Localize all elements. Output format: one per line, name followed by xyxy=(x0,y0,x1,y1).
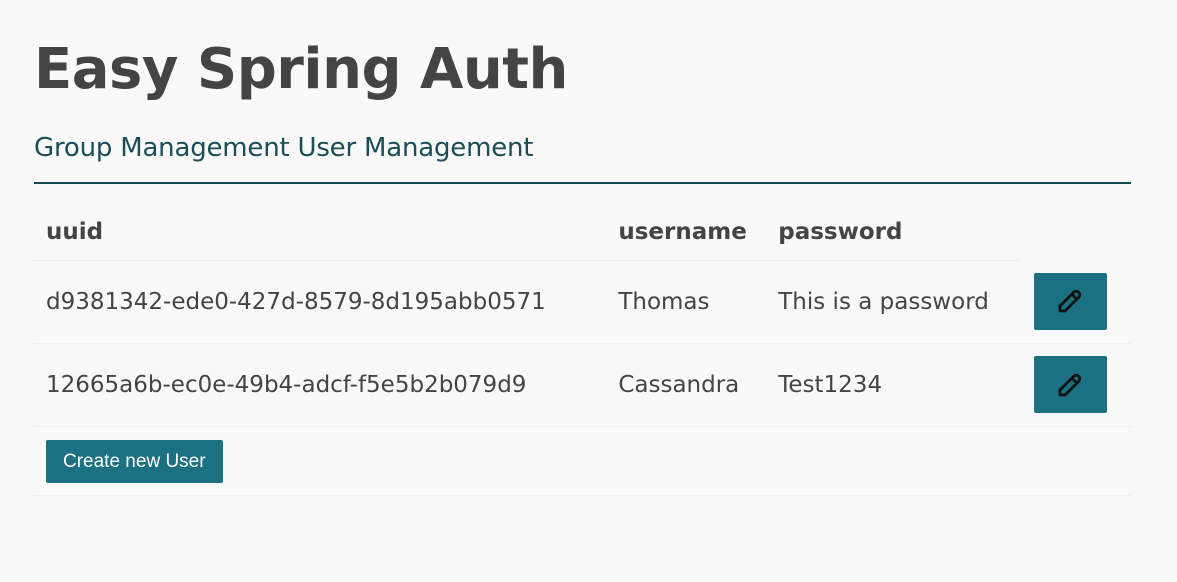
cell-username: Thomas xyxy=(605,260,766,344)
cell-actions xyxy=(1019,260,1131,344)
column-header-uuid: uuid xyxy=(33,204,606,261)
cell-actions xyxy=(1019,343,1131,427)
nav-link-user-management[interactable]: User Management xyxy=(298,128,534,168)
cell-password: Test1234 xyxy=(765,343,1020,427)
table-header-row: uuid username password xyxy=(33,204,1131,261)
edit-user-button[interactable] xyxy=(1033,356,1107,413)
column-header-actions xyxy=(1020,204,1131,260)
edit-pencil-icon xyxy=(1059,373,1082,396)
table-row: d9381342-ede0-427d-8579-8d195abb0571 Tho… xyxy=(33,260,1131,344)
cell-create: Create new User xyxy=(33,426,1131,496)
cell-username: Cassandra xyxy=(605,343,766,427)
cell-uuid: 12665a6b-ec0e-49b4-adcf-f5e5b2b079d9 xyxy=(33,343,606,427)
column-header-username: username xyxy=(605,204,766,261)
table-row: 12665a6b-ec0e-49b4-adcf-f5e5b2b079d9 Cas… xyxy=(33,343,1131,427)
page: Easy Spring Auth Group Management User Ma… xyxy=(0,0,1177,582)
page-title: Easy Spring Auth xyxy=(34,37,568,102)
table-footer-row: Create new User xyxy=(33,426,1131,496)
cell-uuid: d9381342-ede0-427d-8579-8d195abb0571 xyxy=(33,260,606,344)
cell-password: This is a password xyxy=(765,260,1020,344)
edit-pencil-icon xyxy=(1059,290,1082,313)
edit-user-button[interactable] xyxy=(1033,272,1107,330)
main-nav: Group Management User Management xyxy=(34,128,1131,184)
column-header-password: password xyxy=(765,204,1020,261)
create-new-user-button[interactable]: Create new User xyxy=(46,439,223,483)
nav-link-group-management[interactable]: Group Management xyxy=(34,128,290,168)
users-table: uuid username password d9381342-ede0-427… xyxy=(33,204,1131,496)
